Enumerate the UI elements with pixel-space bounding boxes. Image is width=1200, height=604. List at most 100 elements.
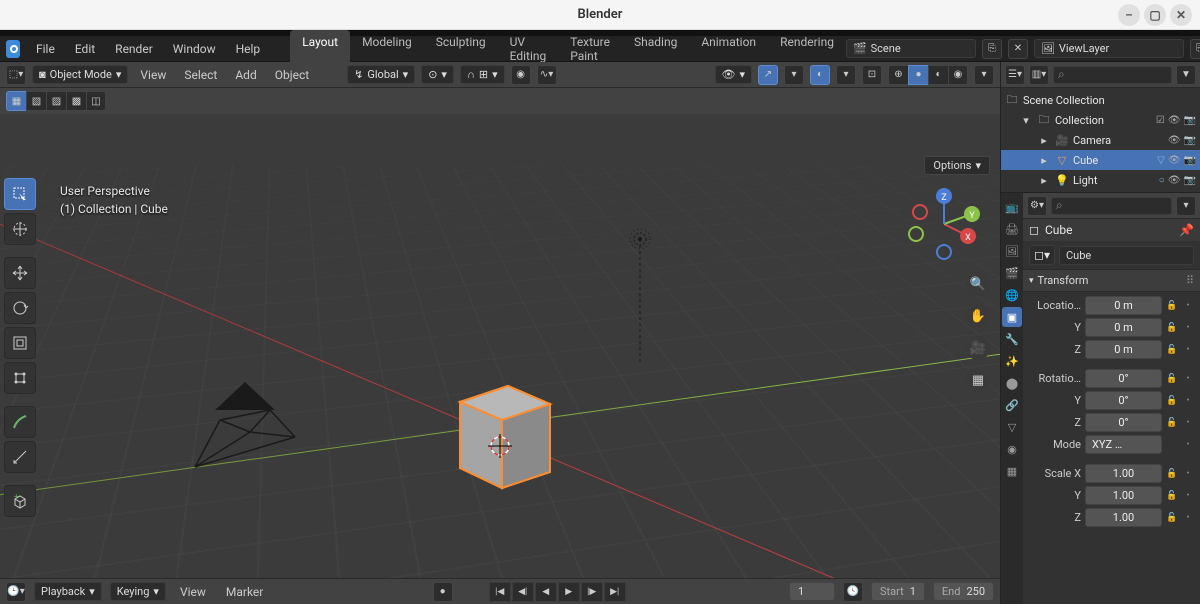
location-x-field[interactable]: 0 m [1085, 296, 1162, 315]
light-data-icon[interactable]: ○ [1159, 175, 1165, 186]
anim-dot[interactable]: • [1182, 513, 1194, 523]
anim-dot[interactable]: • [1182, 374, 1194, 384]
lock-icon[interactable]: 🔓 [1166, 374, 1178, 384]
disclosure-icon[interactable]: ▸ [1037, 154, 1051, 167]
lock-icon[interactable]: 🔓 [1166, 469, 1178, 479]
ptab-data[interactable]: ▽ [1002, 417, 1022, 437]
scale-y-field[interactable]: 1.00 [1085, 486, 1162, 505]
menu-file[interactable]: File [26, 38, 65, 60]
keyframe-next-button[interactable]: |▶ [581, 582, 603, 602]
disclosure-icon[interactable]: ▾ [1019, 114, 1033, 127]
select-intersect-icon[interactable]: ▩ [66, 91, 86, 111]
pan-icon[interactable]: ✋ [966, 304, 990, 328]
select-invert-icon[interactable]: ◫ [86, 91, 106, 111]
tool-move[interactable] [4, 257, 36, 289]
disclosure-icon[interactable]: ▸ [1037, 134, 1051, 147]
editor-type-selector[interactable]: ⬚▾ [6, 65, 26, 85]
options-dropdown[interactable]: Options ▾ [924, 156, 990, 175]
zoom-icon[interactable]: 🔍 [966, 272, 990, 296]
shading-wireframe[interactable]: ⊕ [888, 65, 908, 85]
gizmo-dropdown[interactable]: ▾ [784, 65, 804, 85]
scale-x-field[interactable]: 1.00 [1085, 464, 1162, 483]
rotation-z-field[interactable]: 0° [1085, 413, 1162, 432]
viewport-3d[interactable]: User Perspective (1) Collection | Cube O… [0, 114, 1000, 578]
window-close-button[interactable]: ✕ [1170, 4, 1192, 26]
overlay-dropdown[interactable]: ▾ [836, 65, 856, 85]
outliner-editor-selector[interactable]: ☰▾ [1005, 65, 1025, 85]
tool-scale[interactable] [4, 327, 36, 359]
new-layer-button[interactable]: ⎘ [1190, 39, 1200, 59]
vp-menu-add[interactable]: Add [229, 66, 262, 84]
proportional-falloff[interactable]: ∿▾ [537, 65, 557, 85]
window-minimize-button[interactable]: – [1118, 4, 1140, 26]
transform-section-header[interactable]: ▾ Transform ⠿ [1023, 269, 1200, 292]
xray-toggle[interactable]: ⊡ [862, 65, 882, 85]
lock-icon[interactable]: 🔓 [1166, 323, 1178, 333]
eye-icon[interactable]: 👁 [1168, 175, 1181, 186]
camera-object[interactable] [185, 382, 315, 475]
scale-z-field[interactable]: 1.00 [1085, 508, 1162, 527]
select-extend-icon[interactable]: ▧ [26, 91, 46, 111]
start-frame-field[interactable]: Start1 [871, 582, 925, 601]
props-editor-selector[interactable]: ⚙▾ [1027, 196, 1047, 216]
tree-collection[interactable]: ▾ 🗀 Collection ☑👁📷 [1001, 110, 1200, 130]
play-reverse-button[interactable]: ◀ [535, 582, 557, 602]
rotation-y-field[interactable]: 0° [1085, 391, 1162, 410]
tool-add-cube[interactable]: + [4, 485, 36, 517]
lock-icon[interactable]: 🔓 [1166, 418, 1178, 428]
perspective-toggle-icon[interactable]: ▦ [966, 368, 990, 392]
anim-dot[interactable]: • [1182, 418, 1194, 428]
shading-material[interactable]: ◐ [928, 65, 948, 85]
camera-view-icon[interactable]: 🎥 [966, 336, 990, 360]
visibility-selector[interactable]: 👁▾ [715, 65, 753, 84]
ptab-texture[interactable]: ▦ [1002, 461, 1022, 481]
ptab-render[interactable]: 📺 [1002, 197, 1022, 217]
eye-icon[interactable]: 👁 [1168, 135, 1181, 146]
checkbox-icon[interactable]: ☑ [1156, 115, 1165, 126]
anim-dot[interactable]: • [1182, 345, 1194, 355]
anim-dot[interactable]: • [1182, 396, 1194, 406]
tool-transform[interactable] [4, 362, 36, 394]
ptab-output[interactable]: 🖨 [1002, 219, 1022, 239]
orientation-selector[interactable]: ↯ Global ▾ [347, 65, 415, 84]
anim-dot[interactable]: • [1182, 440, 1194, 450]
location-z-field[interactable]: 0 m [1085, 340, 1162, 359]
outliner-search[interactable]: ⌕ [1053, 66, 1172, 84]
current-frame-field[interactable]: 1 [789, 582, 835, 601]
timeline-view-menu[interactable]: View [174, 583, 212, 601]
lock-icon[interactable]: 🔓 [1166, 345, 1178, 355]
ptab-object[interactable]: ▣ [1002, 307, 1022, 327]
vp-menu-select[interactable]: Select [178, 66, 223, 84]
vp-menu-view[interactable]: View [134, 66, 172, 84]
menu-edit[interactable]: Edit [65, 38, 105, 60]
datablock-selector[interactable]: ◻▾ [1029, 245, 1055, 265]
disclosure-icon[interactable]: ▸ [1037, 174, 1051, 187]
menu-help[interactable]: Help [226, 38, 271, 60]
keyframe-prev-button[interactable]: ◀| [512, 582, 534, 602]
auto-keying-toggle[interactable]: ● [433, 582, 453, 602]
select-subtract-icon[interactable]: ▨ [46, 91, 66, 111]
outliner-display-mode[interactable]: ▥▾ [1029, 65, 1049, 85]
lock-icon[interactable]: 🔓 [1166, 396, 1178, 406]
object-name-field[interactable] [1059, 246, 1194, 265]
anim-dot[interactable]: • [1182, 323, 1194, 333]
tree-item-cube[interactable]: ▸ ▽ Cube ▽👁📷 [1001, 150, 1200, 170]
mesh-data-icon[interactable]: ▽ [1157, 155, 1165, 166]
lock-icon[interactable]: 🔓 [1166, 491, 1178, 501]
blender-logo-icon[interactable] [6, 40, 20, 58]
ptab-modifiers[interactable]: 🔧 [1002, 329, 1022, 349]
lock-icon[interactable]: 🔓 [1166, 513, 1178, 523]
render-icon[interactable]: 📷 [1184, 175, 1196, 186]
tool-rotate[interactable] [4, 292, 36, 324]
tool-measure[interactable] [4, 441, 36, 473]
render-icon[interactable]: 📷 [1184, 115, 1196, 126]
overlay-toggle[interactable]: ◐ [810, 65, 830, 85]
eye-icon[interactable]: 👁 [1168, 155, 1181, 166]
tree-item-camera[interactable]: ▸ 🎥 Camera 👁📷 [1001, 130, 1200, 150]
timeline-editor-selector[interactable]: 🕒▾ [6, 582, 26, 602]
ptab-material[interactable]: ◉ [1002, 439, 1022, 459]
viewlayer-selector[interactable]: 🖼 ViewLayer [1034, 39, 1184, 58]
gizmo-toggle[interactable]: ↗ [758, 65, 778, 85]
rotation-mode-field[interactable]: XYZ … [1085, 435, 1162, 454]
delete-scene-button[interactable]: ✕ [1008, 39, 1028, 59]
